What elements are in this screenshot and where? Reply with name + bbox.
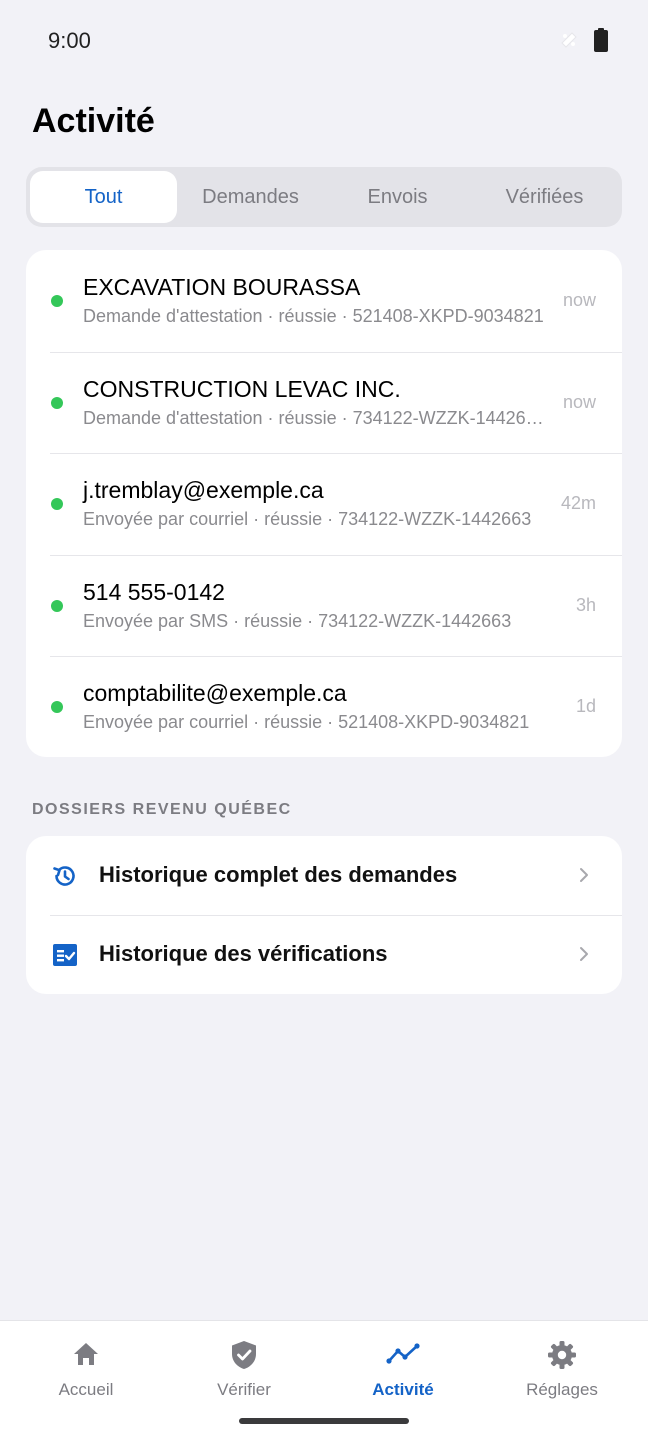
activity-time: now bbox=[562, 290, 596, 310]
activity-row[interactable]: CONSTRUCTION LEVAC INC. Demande d'attest… bbox=[26, 351, 622, 454]
gear-icon bbox=[546, 1339, 578, 1376]
home-icon bbox=[71, 1339, 101, 1374]
activity-time: 3h bbox=[575, 594, 596, 615]
activity-row[interactable]: 514 555-0142 Envoyée par SMS · réussie ·… bbox=[26, 554, 622, 657]
status-time: 9:00 bbox=[48, 28, 91, 53]
tab-label: Activité bbox=[372, 1380, 434, 1399]
tab-label: Accueil bbox=[58, 1380, 114, 1399]
tab-accueil[interactable]: Accueil bbox=[5, 1321, 167, 1417]
status-icons bbox=[558, 28, 608, 52]
history-icon bbox=[51, 862, 79, 890]
activity-subtitle: Envoyée par courriel · réussie · 734122-… bbox=[83, 509, 532, 529]
activity-time: 1d bbox=[575, 696, 596, 716]
activity-icon bbox=[386, 1339, 420, 1374]
battery-icon bbox=[594, 28, 608, 52]
chevron-right-icon bbox=[578, 866, 590, 889]
activity-title: CONSTRUCTION LEVAC INC. bbox=[83, 375, 401, 402]
activity-row[interactable]: comptabilite@exemple.ca Envoyée par cour… bbox=[26, 656, 622, 757]
activity-time: now bbox=[562, 391, 596, 412]
home-indicator bbox=[239, 1418, 409, 1424]
activity-subtitle: Envoyée par courriel · réussie · 521408-… bbox=[83, 712, 530, 732]
segment-verifiees[interactable]: Vérifiées bbox=[471, 171, 618, 223]
activity-list: EXCAVATION BOURASSA Demande d'attestatio… bbox=[26, 250, 622, 757]
dossiers-card: Historique complet des demandes Historiq… bbox=[26, 836, 622, 994]
network-icon bbox=[558, 29, 580, 51]
segment-demandes[interactable]: Demandes bbox=[177, 171, 324, 223]
activity-title: j.tremblay@exemple.ca bbox=[83, 477, 324, 503]
chevron-right-icon bbox=[578, 945, 590, 968]
activity-title: comptabilite@exemple.ca bbox=[83, 680, 347, 706]
tab-label: Vérifier bbox=[217, 1380, 271, 1399]
segment-envois[interactable]: Envois bbox=[324, 171, 471, 223]
status-dot bbox=[51, 599, 63, 612]
checklist-icon bbox=[51, 941, 79, 969]
status-dot bbox=[51, 396, 63, 409]
activity-title: EXCAVATION BOURASSA bbox=[83, 274, 361, 300]
link-label: Historique complet des demandes bbox=[99, 862, 458, 887]
activity-time: 42m bbox=[560, 493, 596, 513]
page-title: Activité bbox=[32, 102, 155, 140]
activity-subtitle: Demande d'attestation · réussie · 521408… bbox=[83, 306, 544, 326]
history-verifications-link[interactable]: Historique des vérifications bbox=[26, 915, 622, 994]
tab-verifier[interactable]: Vérifier bbox=[163, 1321, 325, 1417]
activity-subtitle: Demande d'attestation · réussie · 734122… bbox=[83, 407, 545, 428]
segment-tout[interactable]: Tout bbox=[30, 171, 177, 223]
tab-label: Réglages bbox=[526, 1380, 598, 1399]
history-requests-link[interactable]: Historique complet des demandes bbox=[26, 836, 622, 915]
filter-segmented-control: Tout Demandes Envois Vérifiées bbox=[26, 167, 622, 227]
tab-reglages[interactable]: Réglages bbox=[481, 1321, 643, 1417]
status-bar: 9:00 bbox=[0, 0, 648, 82]
status-dot bbox=[51, 701, 63, 713]
link-label: Historique des vérifications bbox=[99, 941, 388, 966]
status-dot bbox=[51, 295, 63, 307]
activity-title: 514 555-0142 bbox=[83, 578, 225, 605]
activity-subtitle: Envoyée par SMS · réussie · 734122-WZZK-… bbox=[83, 610, 512, 631]
activity-row[interactable]: EXCAVATION BOURASSA Demande d'attestatio… bbox=[26, 250, 622, 352]
shield-check-icon bbox=[229, 1339, 259, 1376]
status-dot bbox=[51, 498, 63, 510]
activity-row[interactable]: j.tremblay@exemple.ca Envoyée par courri… bbox=[26, 453, 622, 555]
section-header-dossiers: DOSSIERS REVENU QUÉBEC bbox=[32, 801, 292, 818]
tab-activite[interactable]: Activité bbox=[322, 1321, 484, 1417]
